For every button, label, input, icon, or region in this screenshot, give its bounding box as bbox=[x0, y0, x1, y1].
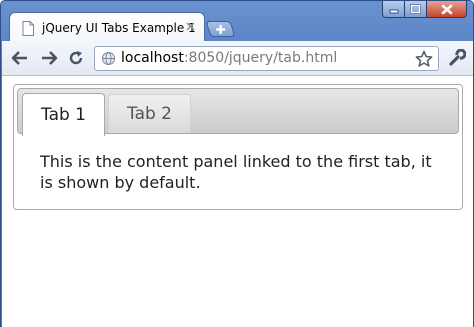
browser-toolbar: localhost:8050/jquery/tab.html bbox=[2, 41, 473, 76]
tab-close-icon[interactable] bbox=[186, 22, 195, 31]
wrench-icon[interactable] bbox=[448, 49, 466, 67]
page-viewport: Tab 1 Tab 2 This is the content panel li… bbox=[2, 76, 473, 327]
star-icon[interactable] bbox=[415, 50, 433, 68]
tabs-nav: Tab 1 Tab 2 bbox=[17, 88, 459, 136]
tab-1[interactable]: Tab 1 bbox=[22, 93, 105, 136]
back-arrow-icon[interactable] bbox=[11, 50, 29, 66]
maximize-button[interactable] bbox=[405, 1, 427, 18]
forward-arrow-icon[interactable] bbox=[40, 50, 58, 66]
maximize-icon bbox=[410, 4, 421, 14]
tabs-widget: Tab 1 Tab 2 This is the content panel li… bbox=[13, 84, 463, 210]
browser-tab-title: jQuery UI Tabs Example 1 bbox=[42, 21, 196, 35]
browser-window: jQuery UI Tabs Example 1 localhost:8050/… bbox=[0, 0, 474, 327]
new-tab-button[interactable] bbox=[205, 21, 236, 37]
globe-icon bbox=[102, 52, 115, 65]
tab-2[interactable]: Tab 2 bbox=[108, 94, 191, 133]
reload-icon[interactable] bbox=[68, 50, 84, 66]
window-controls bbox=[382, 1, 467, 18]
tab-panel-content: This is the content panel linked to the … bbox=[40, 152, 432, 192]
minimize-icon bbox=[389, 9, 398, 14]
plus-icon bbox=[216, 25, 226, 34]
url-path: :8050/jquery/tab.html bbox=[183, 50, 338, 66]
browser-tab[interactable]: jQuery UI Tabs Example 1 bbox=[9, 12, 205, 42]
close-icon bbox=[441, 4, 452, 14]
url-host: localhost bbox=[121, 50, 184, 66]
url-text[interactable]: localhost:8050/jquery/tab.html bbox=[121, 50, 337, 66]
page-icon bbox=[22, 21, 34, 36]
minimize-button[interactable] bbox=[382, 1, 405, 18]
address-bar[interactable]: localhost:8050/jquery/tab.html bbox=[94, 46, 439, 71]
close-window-button[interactable] bbox=[427, 1, 467, 18]
